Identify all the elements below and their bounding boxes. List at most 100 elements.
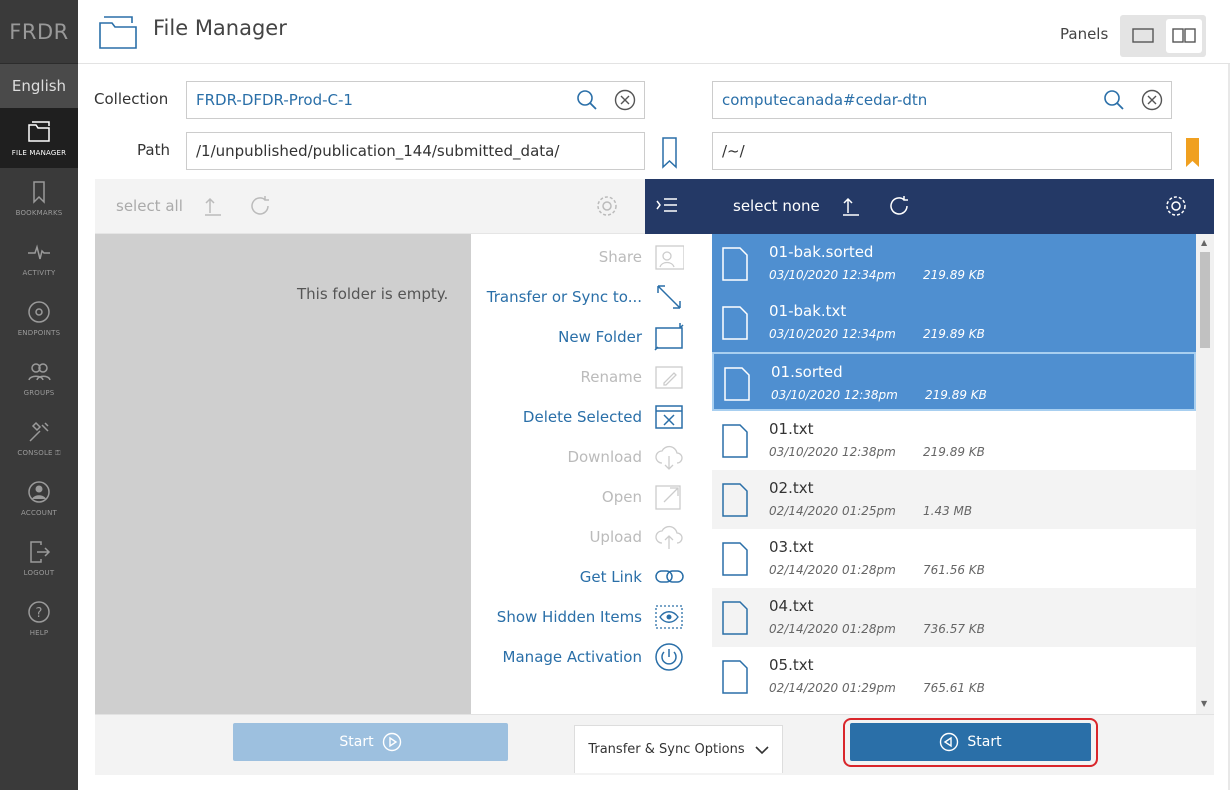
start-left-label: Start (339, 734, 374, 750)
sidebar-item-console[interactable]: CONSOLE ⚿ (0, 408, 78, 468)
gear-icon[interactable] (1164, 194, 1188, 218)
file-row[interactable]: 01.txt 03/10/2020 12:38pm 219.89 KB (712, 411, 1196, 470)
file-date: 03/10/2020 12:34pm (769, 327, 896, 341)
top-bar: File Manager Panels (78, 0, 1230, 64)
actions-panel: Share Transfer or Sync to... New Folder … (471, 234, 712, 714)
collapse-panel-icon[interactable] (655, 196, 679, 216)
action-label: Show Hidden Items (496, 608, 642, 626)
file-name: 01.txt (769, 420, 814, 438)
sidebar-item-activity[interactable]: ACTIVITY (0, 228, 78, 288)
chevron-down-icon (755, 745, 769, 754)
file-date: 02/14/2020 01:28pm (769, 563, 896, 577)
sidebar-item-help[interactable]: ? HELP (0, 588, 78, 648)
right-path-value: /~/ (722, 142, 745, 160)
dual-panel-icon (1172, 28, 1196, 43)
gear-icon[interactable] (595, 194, 619, 218)
show-hidden-items-action[interactable]: Show Hidden Items (497, 597, 684, 637)
action-label: Rename (580, 368, 642, 386)
clear-icon[interactable] (1141, 89, 1163, 111)
clear-icon[interactable] (614, 89, 636, 111)
file-date: 03/10/2020 12:34pm (769, 268, 896, 282)
rename-action[interactable]: Rename (580, 357, 684, 397)
brand-logo[interactable]: FRDR (0, 0, 78, 64)
open-action[interactable]: Open (602, 477, 684, 517)
refresh-icon[interactable] (888, 194, 912, 218)
file-date: 02/14/2020 01:28pm (769, 622, 896, 636)
file-size: 1.43 MB (923, 504, 973, 518)
action-label: Delete Selected (522, 408, 642, 426)
single-panel-button[interactable] (1125, 19, 1161, 53)
file-row[interactable]: 01.sorted 03/10/2020 12:38pm 219.89 KB (712, 352, 1196, 411)
refresh-icon[interactable] (249, 194, 273, 218)
sidebar-item-bookmarks[interactable]: BOOKMARKS (0, 168, 78, 228)
file-name: 04.txt (769, 597, 814, 615)
scroll-up-icon[interactable]: ▲ (1201, 238, 1207, 247)
new-folder-action[interactable]: New Folder (558, 317, 684, 357)
action-label: New Folder (558, 328, 642, 346)
delete-icon (655, 405, 683, 429)
sidebar-item-groups[interactable]: GROUPS (0, 348, 78, 408)
start-right-button[interactable]: Start (850, 723, 1091, 761)
select-all-button[interactable]: select all (116, 197, 183, 215)
share-icon (655, 245, 684, 270)
language-selector[interactable]: English (0, 64, 78, 108)
sidebar-item-label: BOOKMARKS (15, 209, 63, 217)
file-name: 05.txt (769, 656, 814, 674)
search-icon[interactable] (1103, 89, 1125, 111)
logout-icon (30, 541, 51, 563)
up-folder-icon[interactable] (203, 195, 223, 217)
action-label: Download (567, 448, 642, 466)
file-icon (722, 424, 748, 458)
download-action[interactable]: Download (567, 437, 684, 477)
scrollbar[interactable]: ▲ ▼ (1196, 234, 1214, 714)
file-row[interactable]: 01-bak.sorted 03/10/2020 12:34pm 219.89 … (712, 234, 1196, 293)
file-size: 219.89 KB (923, 445, 985, 459)
sidebar-item-label: ACCOUNT (21, 509, 57, 517)
file-icon (722, 542, 748, 576)
sidebar-item-logout[interactable]: LOGOUT (0, 528, 78, 588)
sidebar-item-label: ACTIVITY (22, 269, 56, 277)
link-icon (655, 570, 684, 583)
bookmark-icon (33, 181, 45, 204)
sidebar-item-account[interactable]: ACCOUNT (0, 468, 78, 528)
left-collection-field[interactable]: FRDR-DFDR-Prod-C-1 (186, 81, 645, 119)
file-row[interactable]: 02.txt 02/14/2020 01:25pm 1.43 MB (712, 470, 1196, 529)
file-name: 01.sorted (771, 363, 843, 381)
sidebar-item-label: LOGOUT (23, 569, 55, 577)
eye-icon (655, 605, 683, 629)
upload-action[interactable]: Upload (589, 517, 684, 557)
file-row[interactable]: 01-bak.txt 03/10/2020 12:34pm 219.89 KB (712, 293, 1196, 352)
share-action[interactable]: Share (599, 237, 684, 277)
right-collection-value: computecanada#cedar-dtn (722, 91, 928, 109)
left-path-field[interactable]: /1/unpublished/publication_144/submitted… (186, 132, 645, 170)
scroll-down-icon[interactable]: ▼ (1201, 699, 1207, 708)
file-row[interactable]: 05.txt 02/14/2020 01:29pm 765.61 KB (712, 647, 1196, 706)
sidebar-item-file-manager[interactable]: FILE MANAGER (0, 108, 78, 168)
action-label: Share (598, 248, 642, 266)
get-link-action[interactable]: Get Link (580, 557, 684, 597)
select-none-button[interactable]: select none (733, 197, 820, 215)
search-icon[interactable] (576, 89, 598, 111)
sidebar-item-endpoints[interactable]: ENDPOINTS (0, 288, 78, 348)
file-size: 219.89 KB (923, 327, 985, 341)
manage-activation-action[interactable]: Manage Activation (503, 637, 684, 677)
bookmark-filled-icon[interactable] (1185, 137, 1201, 169)
up-folder-icon[interactable] (841, 195, 861, 217)
dual-panel-button[interactable] (1166, 19, 1202, 53)
action-label: Transfer or Sync to... (486, 288, 642, 306)
transfer-sync-options-toggle[interactable]: Transfer & Sync Options (574, 725, 783, 773)
right-collection-field[interactable]: computecanada#cedar-dtn (712, 81, 1172, 119)
file-name: 03.txt (769, 538, 814, 556)
play-icon (382, 732, 401, 752)
file-row[interactable]: 03.txt 02/14/2020 01:28pm 761.56 KB (712, 529, 1196, 588)
file-row[interactable]: 04.txt 02/14/2020 01:28pm 736.57 KB (712, 588, 1196, 647)
start-left-button[interactable]: Start (233, 723, 508, 761)
transfer-icon (657, 285, 681, 309)
file-date: 02/14/2020 01:29pm (769, 681, 896, 695)
bookmark-icon[interactable] (661, 137, 679, 169)
transfer-or-sync-action[interactable]: Transfer or Sync to... (487, 277, 684, 317)
right-path-field[interactable]: /~/ (712, 132, 1172, 170)
scrollbar-thumb[interactable] (1200, 252, 1210, 348)
open-external-icon (655, 485, 681, 510)
delete-selected-action[interactable]: Delete Selected (523, 397, 684, 437)
